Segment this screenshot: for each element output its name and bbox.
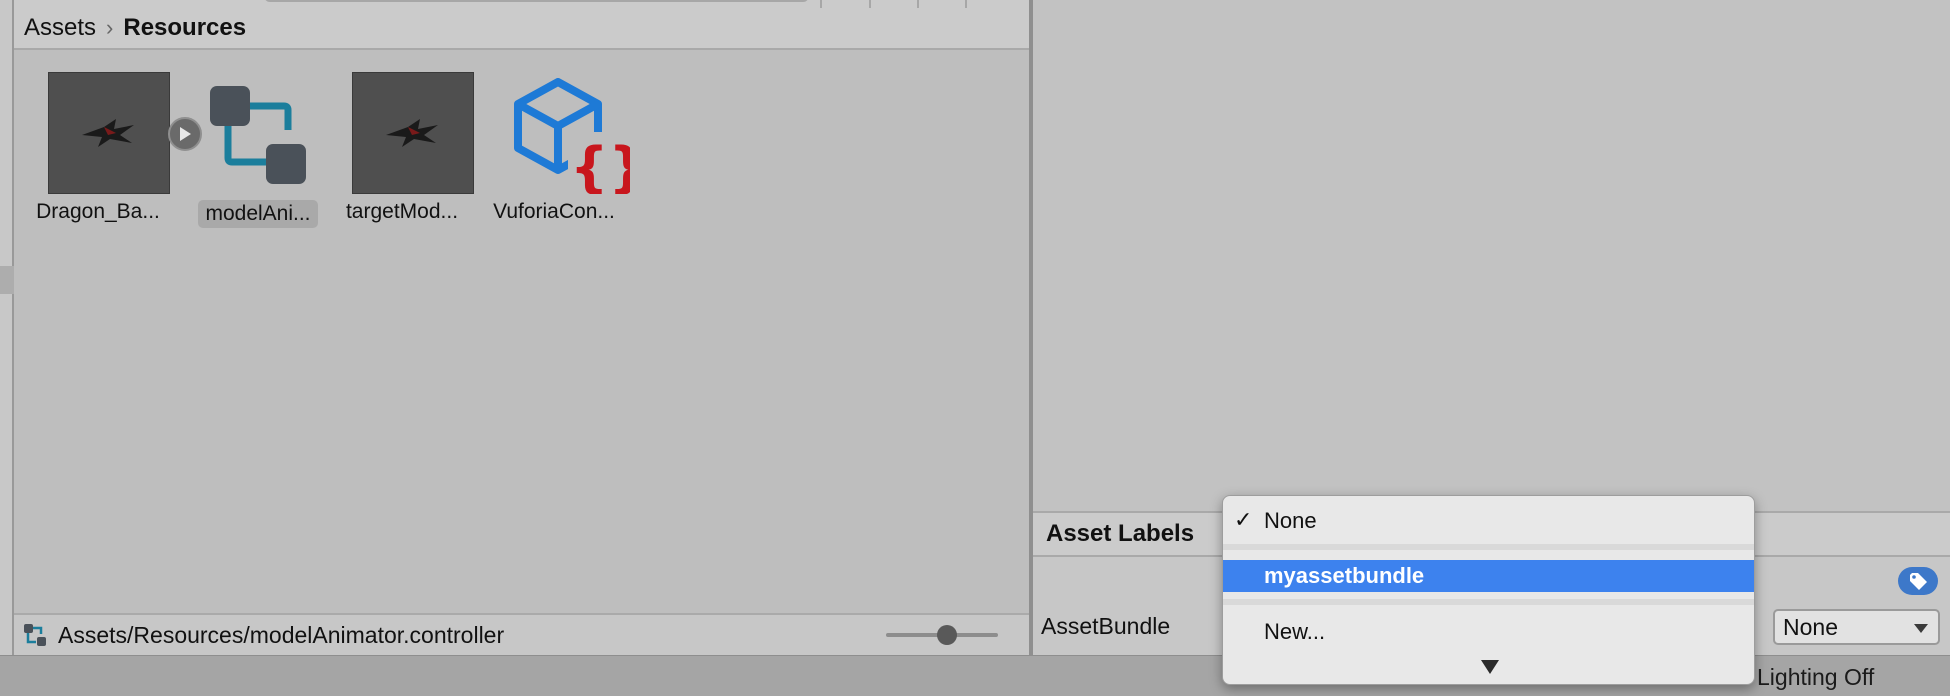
- dragon-thumbnail-icon: [48, 72, 170, 194]
- assetbundle-popup-menu: ✓ None myassetbundle New...: [1222, 495, 1755, 685]
- checkmark-icon: ✓: [1234, 507, 1253, 532]
- scroll-down-arrow-icon[interactable]: [1481, 660, 1499, 674]
- asset-path-text: Assets/Resources/modelAnimator.controlle…: [58, 621, 505, 648]
- menu-item-myassetbundle[interactable]: myassetbundle: [1223, 560, 1754, 592]
- breadcrumb-current[interactable]: Resources: [123, 14, 246, 42]
- menu-item-none[interactable]: ✓ None: [1223, 505, 1754, 537]
- scroll-marker: [0, 266, 14, 294]
- slider-handle[interactable]: [937, 625, 957, 645]
- asset-label: VuforiaCon...: [493, 200, 615, 223]
- selected-asset-path: Assets/Resources/modelAnimator.controlle…: [14, 613, 1029, 655]
- menu-item-label: New...: [1264, 619, 1326, 644]
- chevron-down-icon: [1914, 624, 1928, 633]
- assetbundle-variant-dropdown[interactable]: None: [1773, 609, 1940, 645]
- toolbar-separator: [917, 0, 919, 8]
- vuforia-config-icon: {}: [514, 78, 647, 199]
- project-panel: Assets › Resources Dragon_Ba... modelAni…: [14, 0, 1029, 655]
- toolbar-separator: [965, 0, 967, 8]
- search-input[interactable]: [264, 0, 809, 2]
- toolbar-separator: [820, 0, 822, 8]
- variant-value: None: [1783, 613, 1838, 640]
- chevron-right-icon: ›: [106, 15, 114, 40]
- dragon-thumbnail-icon: [352, 72, 474, 194]
- toolbar-separator: [869, 0, 871, 8]
- breadcrumb-root[interactable]: Assets: [24, 14, 96, 42]
- tag-icon[interactable]: [1898, 567, 1938, 595]
- animator-controller-icon: [206, 82, 312, 188]
- lighting-status: Lighting Off: [1757, 664, 1875, 690]
- toolbar-remnant: [14, 0, 1029, 8]
- asset-item-model-animator[interactable]: modelAni...: [182, 72, 322, 232]
- menu-item-label: None: [1264, 508, 1317, 533]
- menu-separator: [1223, 599, 1754, 605]
- asset-label: Dragon_Ba...: [36, 200, 160, 223]
- asset-item-target-model[interactable]: targetMod...: [332, 72, 474, 232]
- menu-item-new[interactable]: New...: [1223, 616, 1754, 648]
- animator-controller-icon: [24, 624, 46, 646]
- asset-labels-title: Asset Labels: [1046, 520, 1195, 547]
- menu-item-label: myassetbundle: [1264, 563, 1425, 588]
- icon-size-slider[interactable]: [886, 625, 998, 645]
- assetbundle-label: AssetBundle: [1041, 613, 1171, 639]
- breadcrumb: Assets › Resources: [14, 8, 1029, 50]
- asset-label: targetMod...: [345, 200, 459, 223]
- asset-grid: Dragon_Ba... modelAni... targetMod... {…: [14, 60, 1029, 240]
- asset-label: modelAni...: [198, 200, 318, 228]
- asset-item-vuforia-config[interactable]: {} VuforiaCon...: [484, 72, 647, 232]
- menu-separator: [1223, 544, 1754, 550]
- svg-text:{}: {}: [570, 136, 630, 194]
- left-panel-edge: [0, 0, 14, 655]
- asset-item-dragon[interactable]: Dragon_Ba...: [28, 72, 202, 232]
